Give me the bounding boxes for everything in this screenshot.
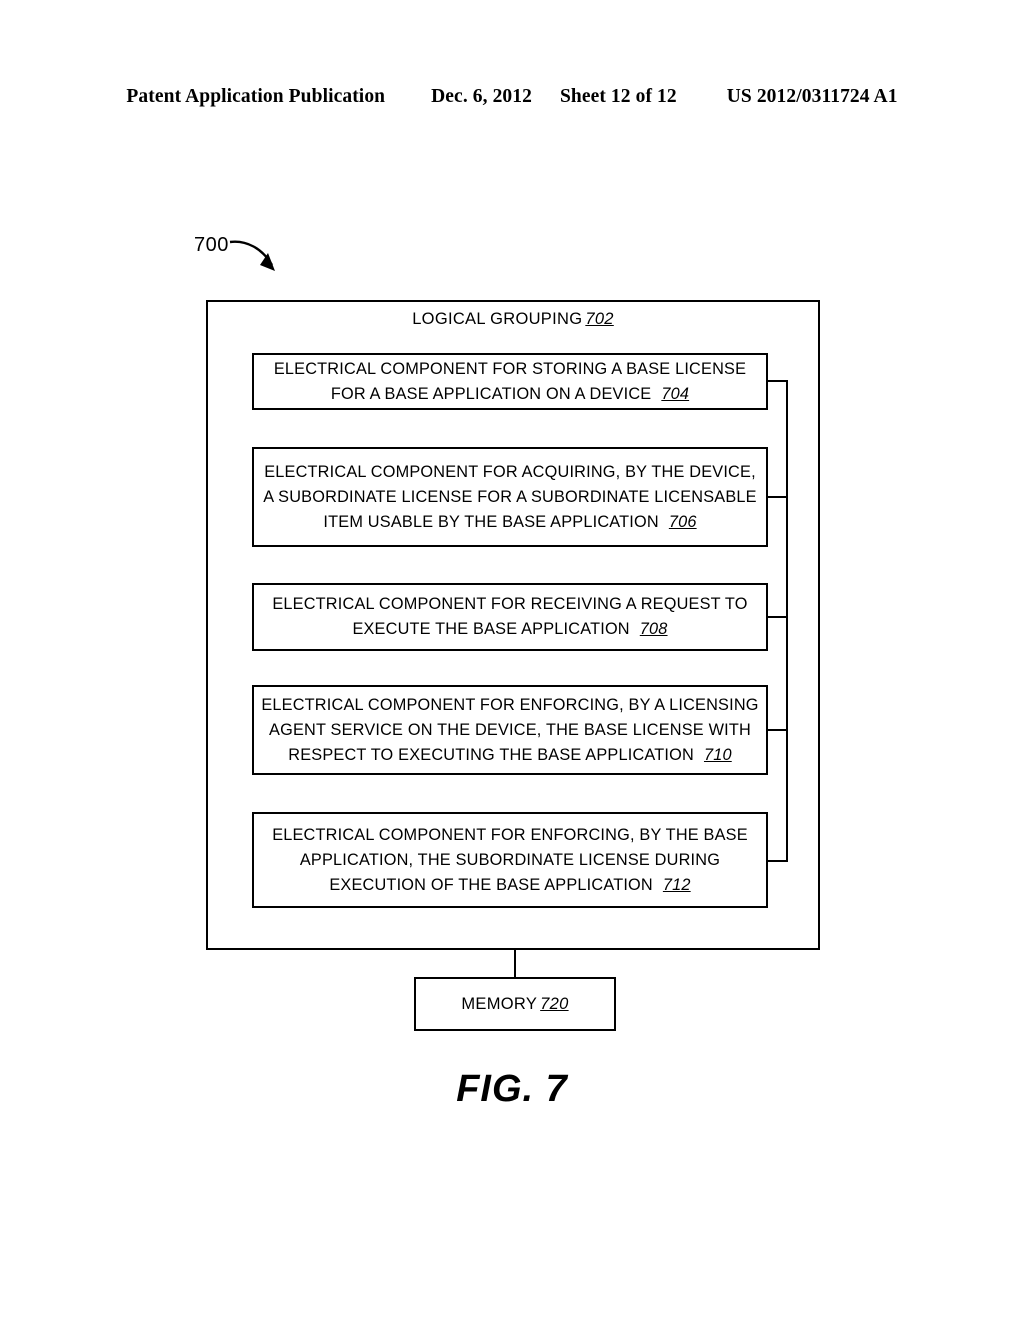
memory-box: MEMORY 720 [414,977,616,1031]
component-bus-line [786,380,788,860]
component-712-line-1: ELECTRICAL COMPONENT FOR ENFORCING, BY T… [272,825,748,844]
component-706-line-1: ELECTRICAL COMPONENT FOR ACQUIRING, BY T… [264,462,756,481]
logical-grouping-ref: 702 [585,310,614,328]
component-712-line-2: APPLICATION, THE SUBORDINATE LICENSE DUR… [299,850,721,869]
component-704-line-1: ELECTRICAL COMPONENT FOR STORING A BASE … [273,359,747,378]
figure-caption: FIG. 7 [456,1068,568,1110]
bus-stub-712 [766,860,788,862]
electrical-component-706: ELECTRICAL COMPONENT FOR ACQUIRING, BY T… [252,447,768,547]
component-704-line-2-text: FOR A BASE APPLICATION ON A DEVICE [330,384,652,403]
component-712-ref: 712 [662,875,691,894]
component-706-ref: 706 [668,512,697,531]
electrical-component-704: ELECTRICAL COMPONENT FOR STORING A BASE … [252,353,768,410]
bus-stub-706 [766,496,788,498]
memory-box-ref: 720 [540,994,569,1013]
logical-grouping-box: LOGICAL GROUPING 702 ELECTRICAL COMPONENT… [206,300,820,950]
component-706-line-3-text: ITEM USABLE BY THE BASE APPLICATION [323,512,659,531]
component-710-ref: 710 [703,745,732,764]
component-712-line-3-text: EXECUTION OF THE BASE APPLICATION [329,875,653,894]
component-710-line-3-text: RESPECT TO EXECUTING THE BASE APPLICATIO… [288,745,694,764]
memory-connector-line [514,948,516,979]
electrical-component-708: ELECTRICAL COMPONENT FOR RECEIVING A REQ… [252,583,768,651]
component-704-line-2: FOR A BASE APPLICATION ON A DEVICE 704 [331,382,689,407]
memory-box-label: MEMORY [461,994,538,1013]
figure-lead-arrow-icon [229,240,275,271]
bus-stub-708 [766,616,788,618]
electrical-component-712: ELECTRICAL COMPONENT FOR ENFORCING, BY T… [252,812,768,908]
figure-7-diagram: 700 LOGICAL GROUPING 702 ELECTRICAL COMPO… [0,0,1024,1320]
logical-grouping-title: LOGICAL GROUPING 702 [208,310,818,329]
component-710-line-3: RESPECT TO EXECUTING THE BASE APPLICATIO… [288,743,731,768]
component-710-line-2: AGENT SERVICE ON THE DEVICE, THE BASE LI… [269,720,751,739]
component-708-line-2-text: EXECUTE THE BASE APPLICATION [352,620,630,638]
component-708-line-1: ELECTRICAL COMPONENT FOR RECEIVING A REQ… [272,595,748,613]
component-704-ref: 704 [661,384,690,403]
component-710-line-1: ELECTRICAL COMPONENT FOR ENFORCING, BY A… [261,695,759,714]
bus-stub-710 [766,729,788,731]
electrical-component-710: ELECTRICAL COMPONENT FOR ENFORCING, BY A… [252,685,768,775]
component-706-line-2: A SUBORDINATE LICENSE FOR A SUBORDINATE … [263,487,757,506]
component-712-line-3: EXECUTION OF THE BASE APPLICATION 712 [329,873,690,898]
logical-grouping-title-text: LOGICAL GROUPING [412,310,583,328]
component-708-line-2: EXECUTE THE BASE APPLICATION 708 [352,617,667,642]
component-706-line-3: ITEM USABLE BY THE BASE APPLICATION 706 [323,510,696,535]
bus-stub-704 [766,380,788,382]
component-708-ref: 708 [639,620,668,638]
figure-reference-numeral-700: 700 [194,234,229,256]
